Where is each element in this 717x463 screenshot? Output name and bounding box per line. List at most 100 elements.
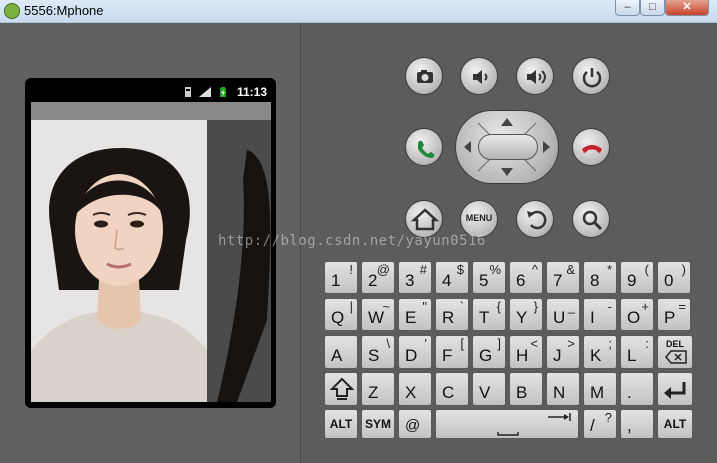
key-label: G: [479, 346, 493, 365]
key-row4-0[interactable]: Z: [361, 372, 395, 406]
delete-key[interactable]: DEL: [657, 335, 693, 369]
key-row2-2[interactable]: E ": [398, 298, 432, 331]
key-row3-6[interactable]: J >: [546, 335, 580, 369]
portrait-image[interactable]: [31, 120, 207, 402]
call-button[interactable]: [405, 128, 443, 166]
key-row2-7[interactable]: I-: [583, 298, 617, 331]
alt-left-label: ALT: [329, 417, 353, 431]
key-row4-6[interactable]: M: [583, 372, 617, 406]
key-row2-3[interactable]: R `: [435, 298, 469, 331]
key-alt-label: >: [567, 336, 575, 351]
key-row3-4[interactable]: G]: [472, 335, 506, 369]
volume-down-button[interactable]: [460, 57, 498, 95]
camera-button[interactable]: [405, 57, 443, 95]
menu-label: MENU: [465, 213, 493, 223]
key-row1-5[interactable]: 6 ^: [509, 261, 543, 294]
next-photo-preview[interactable]: [207, 120, 271, 402]
key-alt-label: *: [606, 262, 612, 277]
key-row4-2[interactable]: C: [435, 372, 469, 406]
key-row2-8[interactable]: O +: [620, 298, 654, 331]
key-row1-9[interactable]: 0): [657, 261, 691, 294]
key-alt-label: {: [496, 299, 501, 314]
alt-right-key[interactable]: ALT: [657, 409, 693, 439]
at-key[interactable]: @: [398, 409, 432, 439]
key-alt-label: -: [607, 299, 612, 314]
key-alt-label: ': [424, 336, 427, 351]
key-row4-5[interactable]: N: [546, 372, 580, 406]
end-call-button[interactable]: [572, 128, 610, 166]
key-row2-0[interactable]: Q |: [324, 298, 358, 331]
key-label: .: [627, 383, 632, 402]
key-row3-8[interactable]: L:: [620, 335, 654, 369]
key-row4-3[interactable]: V: [472, 372, 506, 406]
key-row3-2[interactable]: D ': [398, 335, 432, 369]
maximize-button[interactable]: □: [640, 0, 665, 16]
slash-key[interactable]: / ?: [583, 409, 617, 439]
data-sync-icon: [185, 87, 191, 97]
sym-key[interactable]: SYM: [361, 409, 395, 439]
key-label: 8: [590, 271, 600, 290]
volume-up-button[interactable]: [516, 57, 554, 95]
key-alt-label: [: [460, 336, 464, 351]
status-bar: 11:13: [31, 82, 271, 102]
comma-key[interactable]: ,: [620, 409, 654, 439]
key-row1-8[interactable]: 9(: [620, 261, 654, 294]
enter-key[interactable]: [657, 372, 693, 406]
space-key[interactable]: [435, 409, 579, 439]
key-row3-5[interactable]: H <: [509, 335, 543, 369]
alt-left-key[interactable]: ALT: [324, 409, 358, 439]
key-label: H: [516, 346, 529, 365]
key-label: F: [442, 346, 453, 365]
key-alt-label: $: [456, 262, 464, 277]
key-row1-0[interactable]: 1!: [324, 261, 358, 294]
back-button[interactable]: [516, 200, 554, 238]
key-label: U: [553, 308, 566, 327]
key-row3-0[interactable]: A: [324, 335, 358, 369]
key-row3-7[interactable]: K;: [583, 335, 617, 369]
shift-key[interactable]: [324, 372, 358, 406]
key-row1-6[interactable]: 7 &: [546, 261, 580, 294]
close-button[interactable]: ✕: [665, 0, 709, 16]
key-row3-3[interactable]: F[: [435, 335, 469, 369]
key-alt-label: <: [530, 336, 538, 351]
key-row4-7[interactable]: .: [620, 372, 654, 406]
key-row1-2[interactable]: 3 #: [398, 261, 432, 294]
key-alt-label: !: [349, 262, 353, 277]
status-time: 11:13: [236, 85, 267, 99]
watermark-text: http://blog.csdn.net/yayun0516: [218, 233, 486, 249]
key-alt-label: %: [489, 262, 501, 277]
dpad-up-icon: [501, 118, 513, 126]
space-tab-icons: [497, 413, 571, 436]
key-alt-label: @: [376, 262, 390, 277]
at-label: @: [405, 417, 421, 434]
key-alt-label: #: [419, 262, 427, 277]
key-row4-1[interactable]: X: [398, 372, 432, 406]
key-row1-3[interactable]: 4 $: [435, 261, 469, 294]
dpad-center-button[interactable]: [478, 134, 538, 160]
key-alt-label: =: [678, 299, 686, 314]
key-alt-label: +: [641, 299, 649, 314]
power-button[interactable]: [572, 57, 610, 95]
key-alt-label: &: [566, 262, 575, 277]
key-alt-label: ;: [608, 336, 612, 351]
key-label: Q: [331, 308, 345, 327]
key-alt-label: ): [681, 262, 686, 277]
phone-screen[interactable]: [31, 102, 271, 402]
key-row2-1[interactable]: W ~: [361, 298, 395, 331]
key-row2-9[interactable]: P =: [657, 298, 691, 331]
key-row1-1[interactable]: 2 @: [361, 261, 395, 294]
key-row2-6[interactable]: U _: [546, 298, 580, 331]
key-row3-1[interactable]: S \: [361, 335, 395, 369]
minimize-button[interactable]: –: [615, 0, 640, 16]
key-row4-4[interactable]: B: [509, 372, 543, 406]
search-button[interactable]: [572, 200, 610, 238]
key-row2-5[interactable]: Y}: [509, 298, 543, 331]
key-label: 9: [627, 271, 637, 290]
key-row1-7[interactable]: 8 *: [583, 261, 617, 294]
key-alt-label: ^: [531, 262, 538, 277]
shift-icon: [329, 377, 355, 400]
key-alt-label: _: [567, 299, 575, 314]
camera-icon: [417, 70, 433, 83]
key-row2-4[interactable]: T{: [472, 298, 506, 331]
key-row1-4[interactable]: 5%: [472, 261, 506, 294]
